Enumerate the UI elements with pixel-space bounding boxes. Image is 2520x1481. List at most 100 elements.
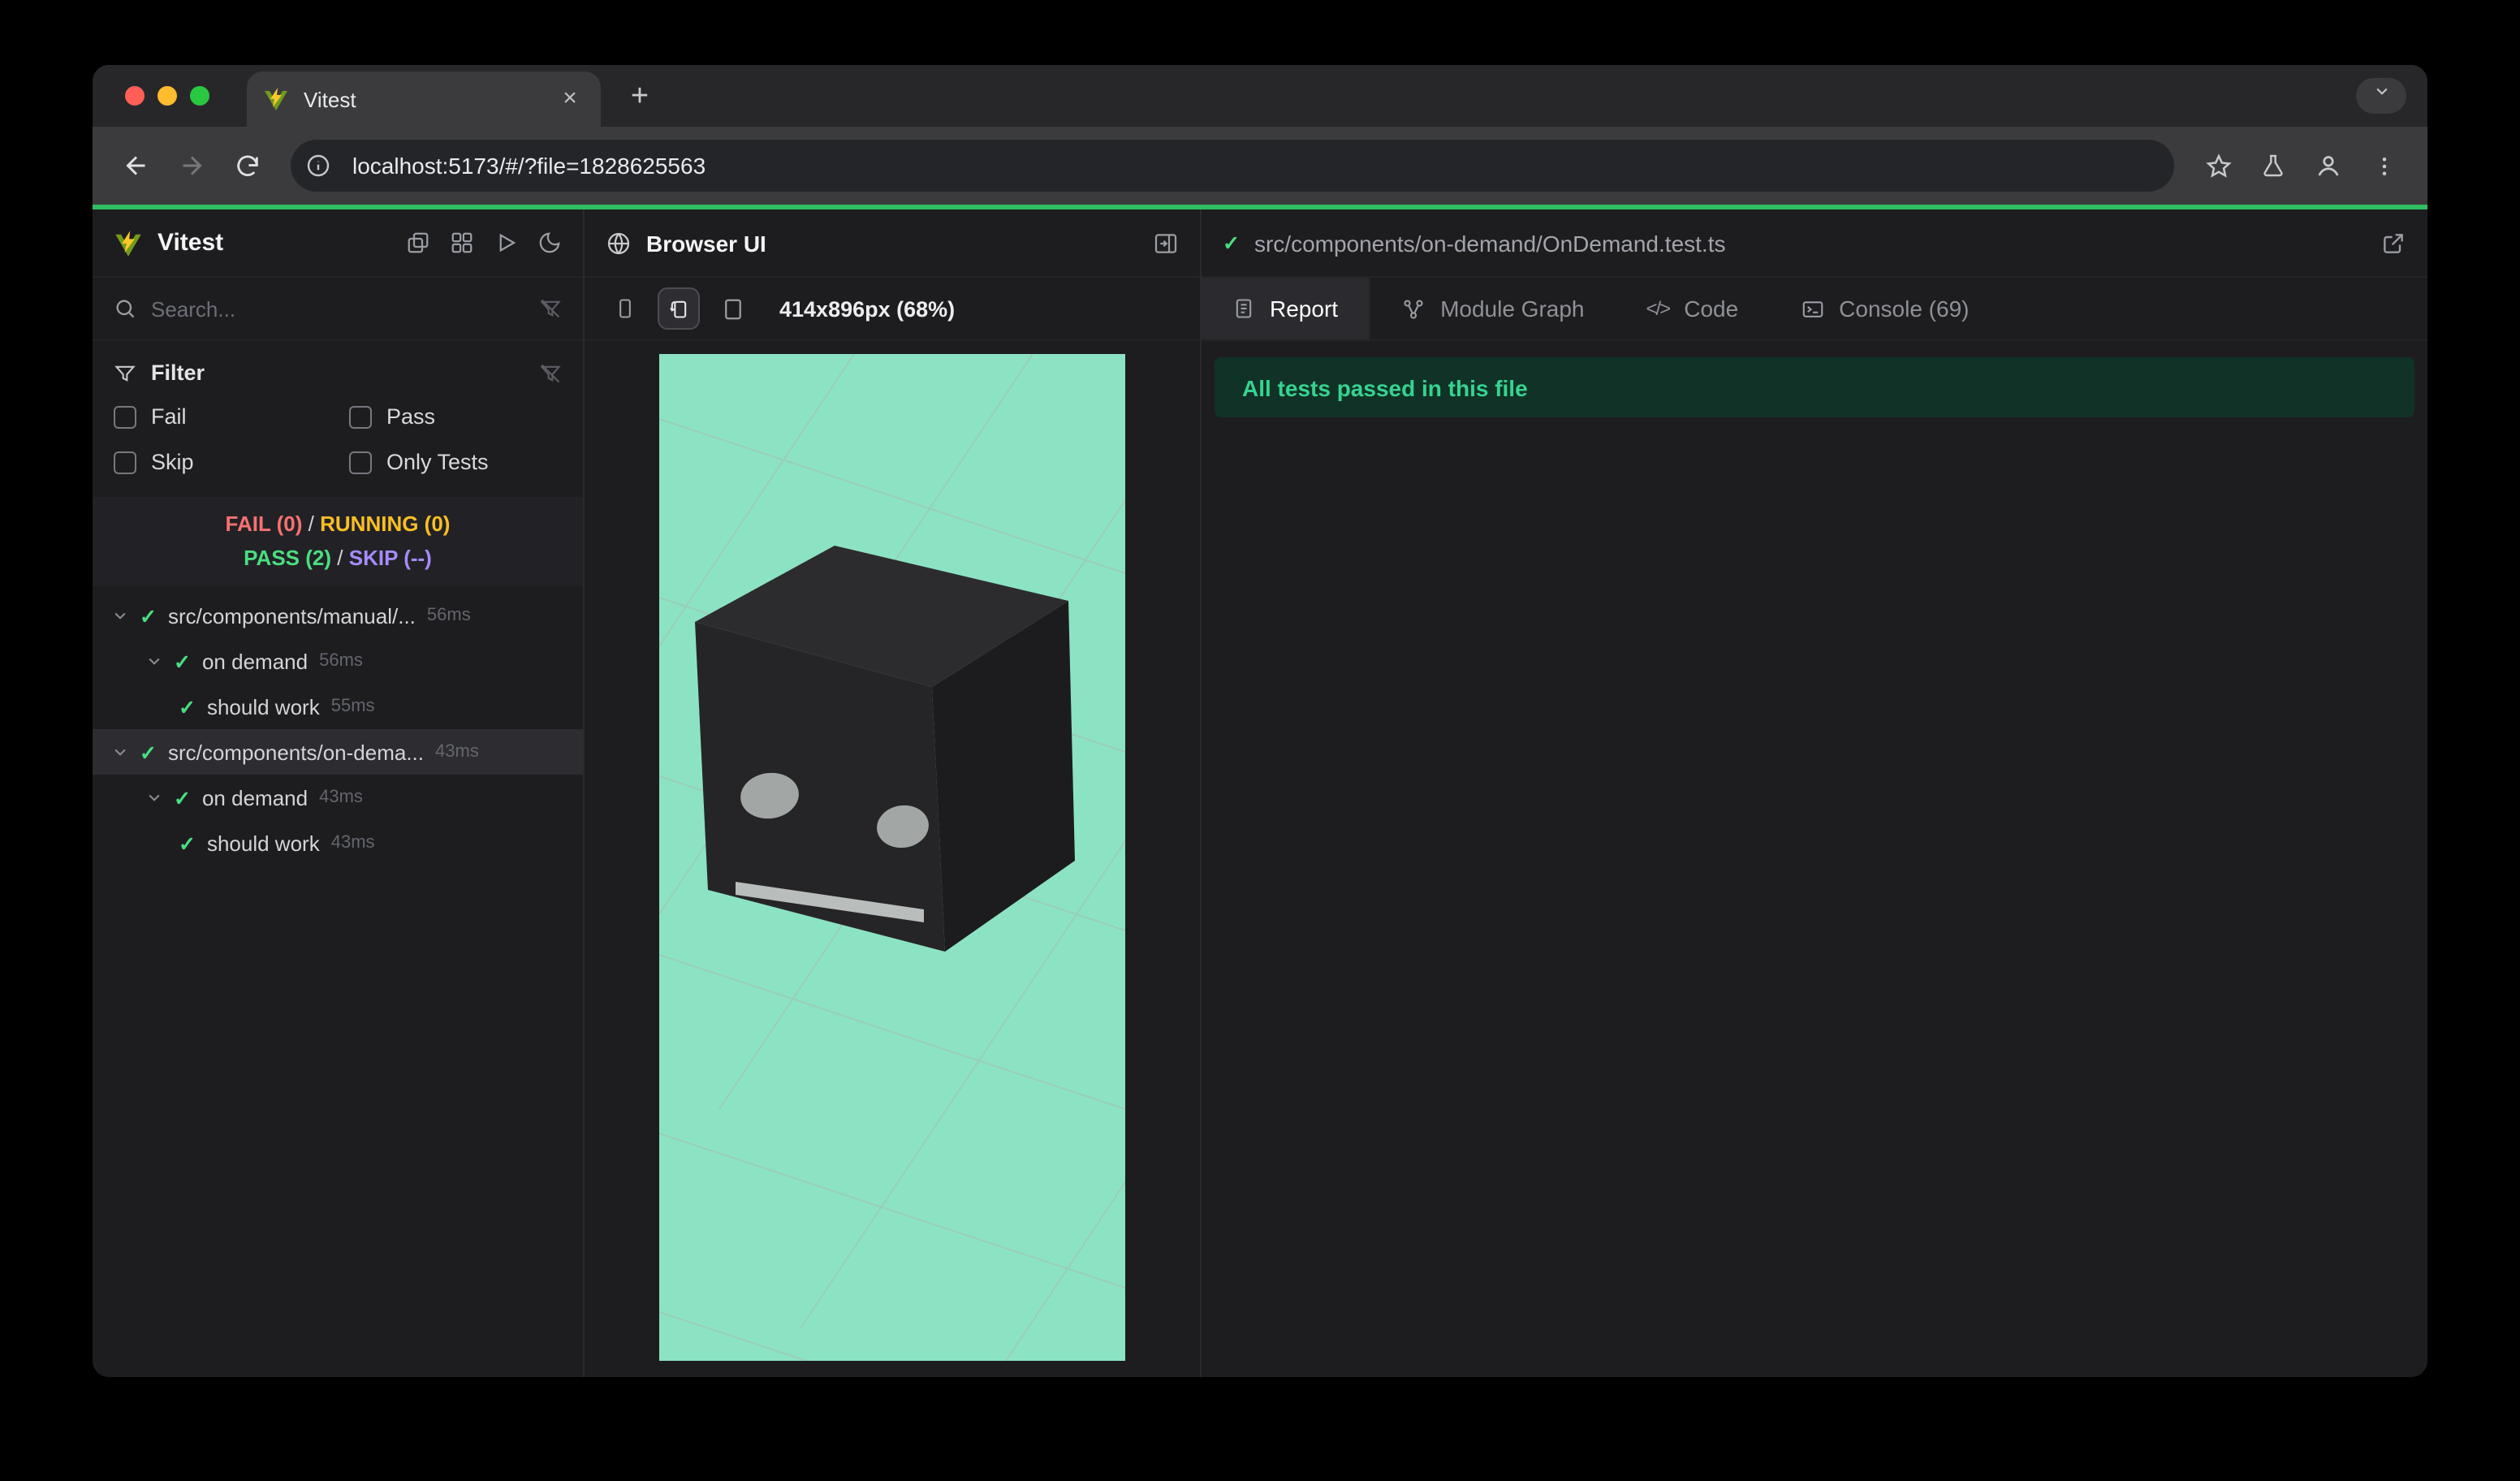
viewport-size-label: 414x896px (68%)	[779, 296, 956, 321]
explorer-header: Vitest	[93, 209, 583, 276]
pass-check-icon: ✓	[174, 650, 191, 673]
filter-skip-checkbox[interactable]: Skip	[114, 450, 349, 474]
checkbox-icon	[114, 451, 136, 473]
tested-app-iframe[interactable]	[659, 354, 1125, 1361]
url-text: localhost:5173/#/?file=1828625563	[352, 153, 706, 179]
running-count: RUNNING (0)	[320, 512, 451, 536]
banner-text: All tests passed in this file	[1242, 374, 1528, 400]
separator: /	[337, 546, 343, 570]
dark-mode-moon-icon[interactable]	[537, 231, 562, 255]
tree-row-test[interactable]: ✓ should work 55ms	[93, 684, 583, 729]
tab-title: Vitest	[304, 87, 356, 111]
browser-toolbar: localhost:5173/#/?file=1828625563	[93, 127, 2427, 205]
tab-module-graph[interactable]: Module Graph	[1370, 278, 1615, 339]
new-tab-button[interactable]: +	[620, 80, 659, 115]
explorer-actions	[406, 231, 562, 255]
robot-cube-3d	[695, 546, 1075, 952]
device-tablet-icon[interactable]	[711, 287, 753, 330]
filter-only-tests-checkbox[interactable]: Only Tests	[349, 450, 562, 474]
test-duration: 55ms	[330, 697, 375, 716]
clear-filter-icon[interactable]	[539, 297, 562, 320]
filter-only-tests-label: Only Tests	[386, 450, 489, 474]
filter-off-icon[interactable]	[539, 361, 562, 384]
collapse-all-icon[interactable]	[406, 231, 430, 255]
test-file-label: src/components/on-dema...	[167, 740, 425, 764]
tab-search-button[interactable]	[2356, 78, 2406, 114]
pass-check-icon: ✓	[140, 741, 157, 764]
test-duration: 56ms	[319, 651, 363, 671]
desktop: Vitest × + localhost:5173/#/?file=182862…	[0, 0, 2520, 1481]
tree-row-file-selected[interactable]: ✓ src/components/on-dema... 43ms	[93, 729, 583, 775]
reload-button[interactable]	[219, 138, 274, 193]
tab-console-label: Console (69)	[1839, 296, 1970, 322]
test-summary: FAIL (0) / RUNNING (0) PASS (2) / SKIP (…	[93, 497, 583, 586]
tree-row-suite[interactable]: ✓ on demand 43ms	[93, 775, 583, 820]
test-duration: 43ms	[330, 833, 375, 853]
checkbox-icon	[349, 451, 372, 473]
chevron-down-icon[interactable]	[112, 607, 128, 624]
suite-label: on demand	[201, 785, 309, 810]
open-file-path: src/components/on-demand/OnDemand.test.t…	[1254, 230, 1726, 256]
browser-window: Vitest × + localhost:5173/#/?file=182862…	[93, 65, 2427, 1377]
pass-check-icon: ✓	[1223, 232, 1240, 255]
browser-menu-icon[interactable]	[2356, 138, 2411, 193]
chevron-down-icon[interactable]	[146, 653, 162, 669]
console-icon	[1800, 296, 1824, 321]
traffic-lights	[125, 86, 209, 106]
filter-section: Filter Fail Pass Skip Only Tests	[93, 341, 583, 497]
skip-count: SKIP (--)	[348, 546, 432, 570]
test-duration: 43ms	[435, 742, 479, 762]
browser-tab[interactable]: Vitest ×	[247, 71, 601, 127]
tree-row-file[interactable]: ✓ src/components/manual/... 56ms	[93, 593, 583, 638]
preview-title: Browser UI	[646, 230, 766, 256]
dashboard-icon[interactable]	[450, 231, 474, 255]
search-row	[93, 276, 583, 341]
device-toolbar: 414x896px (68%)	[585, 276, 1200, 341]
profile-icon[interactable]	[2301, 138, 2356, 193]
filter-fail-label: Fail	[151, 404, 187, 429]
tab-report-label: Report	[1270, 296, 1339, 322]
vitest-ui: Vitest Search... Filter Fail Pass Skip O…	[93, 209, 2427, 1377]
open-panel-right-icon[interactable]	[1153, 230, 1179, 256]
tab-code-label: Code	[1684, 296, 1739, 322]
chevron-down-icon[interactable]	[146, 789, 162, 805]
summary-line-1: FAIL (0) / RUNNING (0)	[93, 507, 583, 541]
pass-check-icon: ✓	[174, 787, 191, 810]
device-phone-portrait-icon[interactable]	[604, 287, 646, 330]
pass-check-icon: ✓	[179, 832, 196, 855]
detail-header: ✓ src/components/on-demand/OnDemand.test…	[1202, 209, 2427, 276]
filter-title-row: Filter	[114, 361, 562, 385]
funnel-icon	[114, 361, 136, 384]
address-bar[interactable]: localhost:5173/#/?file=1828625563	[291, 140, 2174, 192]
checkbox-icon	[114, 405, 136, 428]
close-window-button[interactable]	[125, 86, 145, 106]
filter-pass-checkbox[interactable]: Pass	[349, 404, 562, 429]
tree-row-test[interactable]: ✓ should work 43ms	[93, 820, 583, 866]
zoom-window-button[interactable]	[190, 86, 209, 106]
experiments-flask-icon[interactable]	[2246, 138, 2301, 193]
back-button[interactable]	[109, 138, 164, 193]
test-duration: 43ms	[319, 788, 363, 807]
tab-close-icon[interactable]: ×	[555, 84, 585, 114]
test-tree: ✓ src/components/manual/... 56ms ✓ on de…	[93, 586, 583, 1377]
run-all-icon[interactable]	[494, 231, 518, 255]
tab-code[interactable]: </> Code	[1616, 278, 1770, 339]
bookmark-star-icon[interactable]	[2190, 138, 2246, 193]
forward-button[interactable]	[164, 138, 219, 193]
tree-row-suite[interactable]: ✓ on demand 56ms	[93, 638, 583, 684]
browser-preview-panel: Browser UI 414x896px (68%)	[585, 209, 1202, 1377]
filter-skip-label: Skip	[151, 450, 194, 474]
open-external-icon[interactable]	[2380, 230, 2406, 256]
report-document-icon	[1232, 297, 1255, 320]
filter-fail-checkbox[interactable]: Fail	[114, 404, 349, 429]
site-info-icon[interactable]	[299, 146, 338, 185]
test-duration: 56ms	[426, 606, 471, 625]
device-rotate-icon[interactable]	[658, 287, 700, 330]
tab-report[interactable]: Report	[1202, 278, 1371, 339]
search-input[interactable]	[151, 296, 524, 321]
tab-console[interactable]: Console (69)	[1769, 278, 2000, 339]
chevron-down-icon[interactable]	[112, 744, 128, 760]
detail-tabs: Report Module Graph </> Code Console (69…	[1202, 276, 2427, 341]
minimize-window-button[interactable]	[158, 86, 177, 106]
test-label: should work	[206, 831, 320, 855]
